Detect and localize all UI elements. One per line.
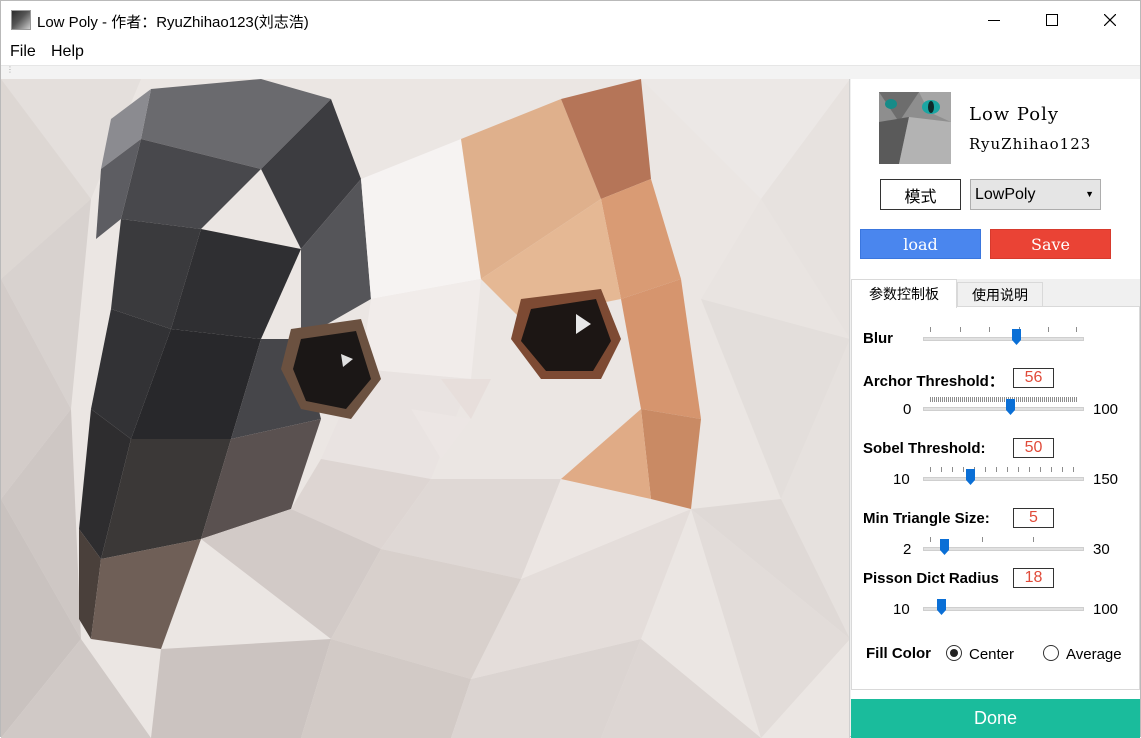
lowpoly-image [1,79,849,738]
load-button[interactable]: load [860,229,981,259]
pisson-radius-label: Pisson Dict Radius [863,570,999,587]
close-button[interactable] [1081,1,1139,39]
menu-help[interactable]: Help [51,43,84,61]
minimize-button[interactable] [965,1,1023,39]
sobel-slider-handle[interactable] [966,469,975,485]
sobel-threshold-label: Sobel Threshold: [863,440,986,457]
maximize-button[interactable] [1023,1,1081,39]
title-bar: Low Poly - 作者：RyuZhihao123(刘志浩) [1,1,1140,39]
cat-avatar-image [879,92,951,164]
pisson-max: 100 [1093,601,1119,618]
archor-min: 0 [903,401,912,418]
archor-threshold-slider[interactable] [923,397,1084,417]
app-window: Low Poly - 作者：RyuZhihao123(刘志浩) File Hel… [0,0,1141,738]
tab-usage[interactable]: 使用说明 [957,282,1043,307]
min-triangle-label: Min Triangle Size: [863,510,990,527]
mode-select-value: LowPoly [975,185,1036,203]
brand-title: Low Poly [969,104,1060,125]
archor-slider-handle[interactable] [1006,399,1015,415]
done-button[interactable]: Done [851,699,1140,738]
fill-center-radio[interactable] [946,645,962,661]
sobel-threshold-value[interactable]: 50 [1013,438,1054,458]
app-icon [11,10,31,30]
params-tab-panel: Blur Archor Threshold： 56 0 100 Sobel Th… [851,306,1140,690]
archor-ticks [930,397,1078,403]
archor-threshold-label: Archor Threshold： [863,373,1004,390]
brand-author: RyuZhihao123 [969,135,1092,153]
sobel-max: 150 [1093,471,1119,488]
mode-button[interactable]: 模式 [880,179,961,210]
maximize-icon [1046,14,1058,26]
fill-color-label: Fill Color [866,645,931,662]
avatar [879,92,951,164]
pisson-slider-handle[interactable] [937,599,946,615]
pisson-radius-value[interactable]: 18 [1013,568,1054,588]
archor-threshold-value[interactable]: 56 [1013,368,1054,388]
tab-bar: 参数控制板 使用说明 [851,279,1140,308]
window-title: Low Poly - 作者：RyuZhihao123(刘志浩) [37,14,309,31]
fill-average-radio[interactable] [1043,645,1059,661]
image-canvas[interactable] [1,79,850,738]
minimize-icon [988,20,1000,21]
sobel-min: 10 [893,471,910,488]
min-triangle-min: 2 [903,541,912,558]
fill-average-label[interactable]: Average [1066,646,1122,663]
min-triangle-value[interactable]: 5 [1013,508,1054,528]
close-icon [1104,14,1116,26]
menu-file[interactable]: File [10,43,36,61]
sobel-threshold-slider[interactable] [923,467,1084,487]
blur-slider[interactable] [923,327,1084,347]
min-triangle-slider[interactable] [923,537,1084,557]
blur-label: Blur [863,330,893,347]
control-panel: Low Poly RyuZhihao123 模式 LowPoly ▼ load … [851,79,1140,738]
pisson-radius-slider[interactable] [923,597,1084,617]
min-triangle-max: 30 [1093,541,1110,558]
mode-select[interactable]: LowPoly ▼ [970,179,1101,210]
archor-max: 100 [1093,401,1119,418]
chevron-down-icon: ▼ [1085,189,1094,199]
min-triangle-slider-handle[interactable] [940,539,949,555]
save-button[interactable]: Save [990,229,1111,259]
menu-bar: File Help [1,39,1140,65]
toolbar-grip[interactable]: ⋮ [1,65,1140,79]
tab-params[interactable]: 参数控制板 [851,279,957,308]
fill-center-label[interactable]: Center [969,646,1014,663]
pisson-min: 10 [893,601,910,618]
blur-slider-handle[interactable] [1012,329,1021,345]
